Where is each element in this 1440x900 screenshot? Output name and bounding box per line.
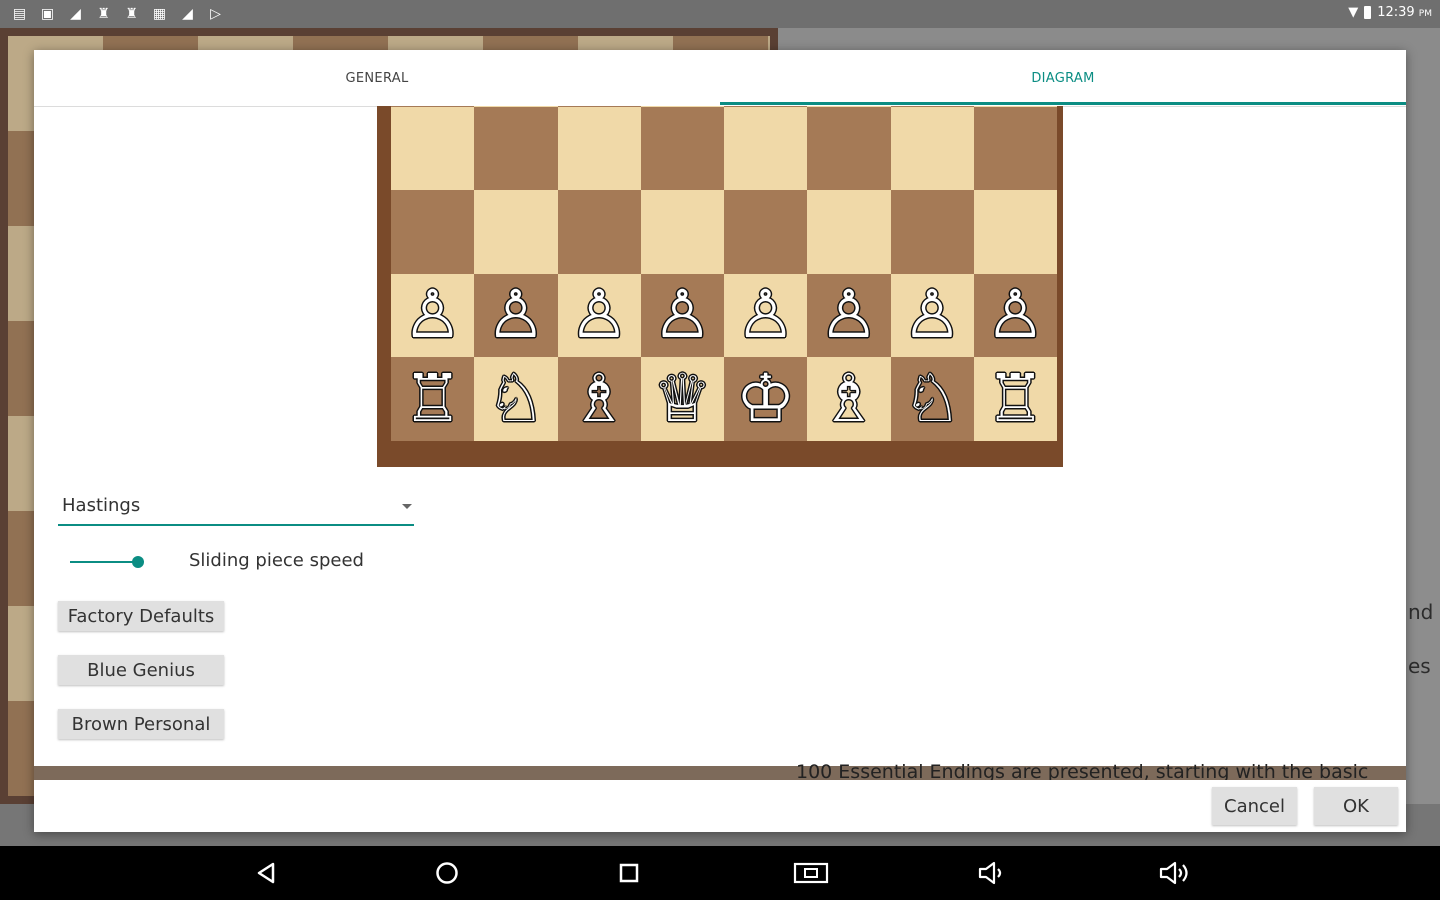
tab-bar: GENERAL DIAGRAM — [34, 50, 1406, 107]
background-text: es — [1408, 654, 1431, 678]
chess-notification-icon: ♜ — [97, 5, 110, 22]
factory-defaults-button[interactable]: Factory Defaults — [58, 601, 224, 631]
board-square: ♙ — [640, 273, 724, 357]
wifi-icon: ▼ — [1348, 5, 1359, 20]
dropdown-arrow-icon — [402, 504, 412, 509]
board-square: ♗ — [807, 357, 891, 441]
board-square: ♙ — [973, 273, 1057, 357]
white-pawn-icon: ♙ — [902, 276, 962, 354]
white-piece-icon: ♗ — [819, 359, 879, 437]
white-pawn-icon: ♙ — [403, 276, 463, 354]
system-status: ▼ 12:39 PM — [1348, 5, 1432, 20]
board-square: ♖ — [973, 357, 1057, 441]
image-icon: ▦ — [152, 5, 167, 22]
white-pawn-icon: ♙ — [819, 276, 879, 354]
board-squares: ♙ ♙ ♙ ♙ ♙ ♙ ♙ ♙ ♖ ♘ ♗ ♕ ♔ ♗ ♘ ♖ — [391, 106, 1057, 466]
white-pawn-icon: ♙ — [569, 276, 629, 354]
white-piece-icon: ♕ — [652, 359, 712, 437]
battery-icon — [1364, 6, 1372, 19]
notification-icon: ▤ — [12, 5, 27, 22]
signal-icon: ◢ — [70, 5, 81, 22]
home-icon[interactable] — [433, 860, 461, 886]
back-icon[interactable] — [252, 860, 280, 886]
gallery-icon: ▣ — [40, 5, 55, 22]
brown-personal-button[interactable]: Brown Personal — [58, 709, 224, 739]
settings-dialog: GENERAL DIAGRAM ♙ ♙ ♙ ♙ ♙ ♙ ♙ ♙ ♖ ♘ ♗ ♕ ♔ ♗ ♘ ♖ Hasting… — [34, 50, 1406, 832]
sliding-speed-label: Sliding piece speed — [189, 550, 364, 571]
board-square: ♕ — [640, 357, 724, 441]
board-square — [557, 190, 641, 274]
slider-track — [70, 561, 140, 563]
cancel-button[interactable]: Cancel — [1212, 787, 1297, 825]
board-square: ♙ — [391, 273, 475, 357]
board-square — [890, 190, 974, 274]
play-store-icon: ▷ — [210, 5, 221, 22]
white-pawn-icon: ♙ — [486, 276, 546, 354]
piece-set-dropdown[interactable]: Hastings — [58, 490, 414, 526]
signal-icon: ◢ — [182, 5, 193, 22]
board-square: ♖ — [391, 357, 475, 441]
clock: 12:39 PM — [1377, 5, 1432, 20]
tab-general[interactable]: GENERAL — [34, 50, 720, 106]
white-pawn-icon: ♙ — [652, 276, 712, 354]
board-square — [640, 106, 724, 190]
board-square: ♔ — [724, 357, 808, 441]
board-square: ♙ — [557, 273, 641, 357]
notification-icons: ▤ ▣ ◢ ♜ ♜ ▦ ◢ ▷ — [10, 5, 225, 22]
board-square: ♗ — [557, 357, 641, 441]
board-square — [557, 106, 641, 190]
blue-genius-button[interactable]: Blue Genius — [58, 655, 224, 685]
board-square — [973, 106, 1057, 190]
ok-button[interactable]: OK — [1314, 787, 1398, 825]
board-square — [973, 190, 1057, 274]
board-square: ♙ — [890, 273, 974, 357]
volume-down-icon[interactable] — [977, 860, 1009, 886]
board-square — [391, 106, 475, 190]
white-piece-icon: ♖ — [403, 359, 463, 437]
board-square — [724, 106, 808, 190]
navigation-bar — [0, 846, 1440, 900]
board-square: ♘ — [890, 357, 974, 441]
slider-thumb[interactable] — [132, 556, 144, 568]
volume-up-icon[interactable] — [1158, 860, 1194, 886]
board-square — [391, 190, 475, 274]
board-square — [724, 190, 808, 274]
status-bar: ▤ ▣ ◢ ♜ ♜ ▦ ◢ ▷ ▼ 12:39 PM — [0, 0, 1440, 28]
background-text: nd — [1408, 600, 1434, 624]
white-piece-icon: ♘ — [902, 359, 962, 437]
board-square: ♙ — [807, 273, 891, 357]
piece-set-value: Hastings — [62, 495, 141, 516]
tab-diagram[interactable]: DIAGRAM — [720, 50, 1406, 106]
tab-indicator — [720, 102, 1406, 105]
board-square — [474, 190, 558, 274]
board-square — [807, 106, 891, 190]
white-pawn-icon: ♙ — [736, 276, 796, 354]
chess-notification-icon: ♜ — [125, 5, 138, 22]
board-square — [640, 190, 724, 274]
board-square: ♙ — [474, 273, 558, 357]
board-square: ♘ — [474, 357, 558, 441]
board-square — [807, 190, 891, 274]
screenshot-icon[interactable] — [793, 860, 829, 886]
white-piece-icon: ♘ — [486, 359, 546, 437]
board-square — [474, 106, 558, 190]
recents-icon[interactable] — [615, 860, 643, 886]
dialog-actions: Cancel OK — [34, 780, 1406, 832]
sliding-speed-slider[interactable] — [70, 550, 146, 574]
white-piece-icon: ♗ — [569, 359, 629, 437]
white-piece-icon: ♖ — [985, 359, 1045, 437]
white-pawn-icon: ♙ — [985, 276, 1045, 354]
board-square: ♙ — [724, 273, 808, 357]
white-piece-icon: ♔ — [736, 359, 796, 437]
board-square — [890, 106, 974, 190]
board-preview: ♙ ♙ ♙ ♙ ♙ ♙ ♙ ♙ ♖ ♘ ♗ ♕ ♔ ♗ ♘ ♖ — [377, 106, 1063, 467]
